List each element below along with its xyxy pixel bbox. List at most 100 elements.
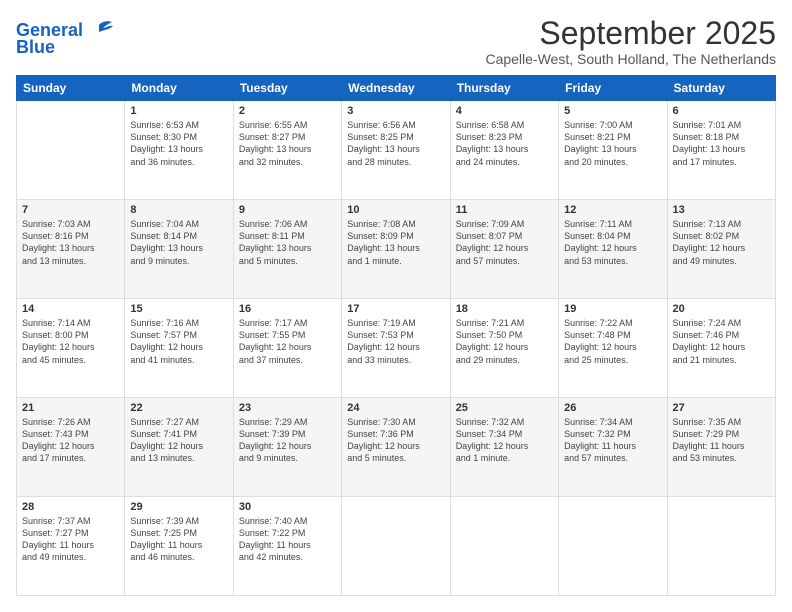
table-row — [559, 497, 667, 596]
logo: General Blue — [16, 20, 113, 56]
col-sunday: Sunday — [17, 76, 125, 101]
day-number: 8 — [130, 204, 227, 216]
table-row: 25Sunrise: 7:32 AM Sunset: 7:34 PM Dayli… — [450, 398, 558, 497]
day-number: 27 — [673, 402, 770, 414]
cell-content: Sunrise: 7:35 AM Sunset: 7:29 PM Dayligh… — [673, 416, 770, 465]
day-number: 4 — [456, 105, 553, 117]
page: General Blue September 2025 Capelle-West… — [0, 0, 792, 612]
cell-content: Sunrise: 7:32 AM Sunset: 7:34 PM Dayligh… — [456, 416, 553, 465]
cell-content: Sunrise: 7:17 AM Sunset: 7:55 PM Dayligh… — [239, 317, 336, 366]
day-number: 7 — [22, 204, 119, 216]
cell-content: Sunrise: 7:37 AM Sunset: 7:27 PM Dayligh… — [22, 515, 119, 564]
day-number: 9 — [239, 204, 336, 216]
table-row: 8 Sunrise: 7:04 AM Sunset: 8:14 PM Daylig… — [125, 200, 233, 299]
cell-content: Sunrise: 7:26 AM Sunset: 7:43 PM Dayligh… — [22, 416, 119, 465]
cell-content: Sunrise: 7:27 AM Sunset: 7:41 PM Dayligh… — [130, 416, 227, 465]
table-row — [667, 497, 775, 596]
month-title: September 2025 — [485, 16, 776, 51]
table-row: 6Sunrise: 7:01 AM Sunset: 8:18 PM Daylig… — [667, 101, 775, 200]
table-row: 13 Sunrise: 7:13 AM Sunset: 8:02 PM Dayli… — [667, 200, 775, 299]
day-number: 13 — [673, 204, 770, 216]
cell-content: Sunrise: 6:53 AM Sunset: 8:30 PM Dayligh… — [130, 119, 227, 168]
col-saturday: Saturday — [667, 76, 775, 101]
table-row: 2 Sunrise: 6:55 AM Sunset: 8:27 PM Daylig… — [233, 101, 341, 200]
table-row: 19 Sunrise: 7:22 AM Sunset: 7:48 PM Dayli… — [559, 299, 667, 398]
day-number: 18 — [456, 303, 553, 315]
cell-content: Sunrise: 6:56 AM Sunset: 8:25 PM Dayligh… — [347, 119, 444, 168]
table-row: 20 Sunrise: 7:24 AM Sunset: 7:46 PM Dayli… — [667, 299, 775, 398]
table-row: 22 Sunrise: 7:27 AM Sunset: 7:41 PM Dayli… — [125, 398, 233, 497]
day-number: 17 — [347, 303, 444, 315]
calendar-week-4: 21 Sunrise: 7:26 AM Sunset: 7:43 PM Dayli… — [17, 398, 776, 497]
table-row: 3 Sunrise: 6:56 AM Sunset: 8:25 PM Daylig… — [342, 101, 450, 200]
cell-content: Sunrise: 7:16 AM Sunset: 7:57 PM Dayligh… — [130, 317, 227, 366]
table-row: 9 Sunrise: 7:06 AM Sunset: 8:11 PM Daylig… — [233, 200, 341, 299]
cell-content: Sunrise: 7:21 AM Sunset: 7:50 PM Dayligh… — [456, 317, 553, 366]
table-row: 21 Sunrise: 7:26 AM Sunset: 7:43 PM Dayli… — [17, 398, 125, 497]
cell-content: Sunrise: 7:01 AM Sunset: 8:18 PM Dayligh… — [673, 119, 770, 168]
table-row: 15 Sunrise: 7:16 AM Sunset: 7:57 PM Dayli… — [125, 299, 233, 398]
day-number: 15 — [130, 303, 227, 315]
cell-content: Sunrise: 7:39 AM Sunset: 7:25 PM Dayligh… — [130, 515, 227, 564]
col-tuesday: Tuesday — [233, 76, 341, 101]
location: Capelle-West, South Holland, The Netherl… — [485, 51, 776, 67]
table-row — [450, 497, 558, 596]
table-row: 4 Sunrise: 6:58 AM Sunset: 8:23 PM Daylig… — [450, 101, 558, 200]
table-row: 24 Sunrise: 7:30 AM Sunset: 7:36 PM Dayli… — [342, 398, 450, 497]
table-row: 12Sunrise: 7:11 AM Sunset: 8:04 PM Dayli… — [559, 200, 667, 299]
table-row: 1 Sunrise: 6:53 AM Sunset: 8:30 PM Daylig… — [125, 101, 233, 200]
cell-content: Sunrise: 7:34 AM Sunset: 7:32 PM Dayligh… — [564, 416, 661, 465]
day-number: 28 — [22, 501, 119, 513]
table-row: 5Sunrise: 7:00 AM Sunset: 8:21 PM Daylig… — [559, 101, 667, 200]
day-number: 24 — [347, 402, 444, 414]
day-number: 26 — [564, 402, 661, 414]
calendar-week-2: 7 Sunrise: 7:03 AM Sunset: 8:16 PM Daylig… — [17, 200, 776, 299]
cell-content: Sunrise: 7:06 AM Sunset: 8:11 PM Dayligh… — [239, 218, 336, 267]
calendar-week-5: 28 Sunrise: 7:37 AM Sunset: 7:27 PM Dayli… — [17, 497, 776, 596]
calendar-week-3: 14 Sunrise: 7:14 AM Sunset: 8:00 PM Dayli… — [17, 299, 776, 398]
day-number: 12 — [564, 204, 661, 216]
table-row: 7 Sunrise: 7:03 AM Sunset: 8:16 PM Daylig… — [17, 200, 125, 299]
cell-content: Sunrise: 7:19 AM Sunset: 7:53 PM Dayligh… — [347, 317, 444, 366]
cell-content: Sunrise: 7:04 AM Sunset: 8:14 PM Dayligh… — [130, 218, 227, 267]
cell-content: Sunrise: 7:22 AM Sunset: 7:48 PM Dayligh… — [564, 317, 661, 366]
table-row: 10Sunrise: 7:08 AM Sunset: 8:09 PM Dayli… — [342, 200, 450, 299]
header: General Blue September 2025 Capelle-West… — [16, 16, 776, 67]
day-number: 14 — [22, 303, 119, 315]
col-wednesday: Wednesday — [342, 76, 450, 101]
table-row: 11 Sunrise: 7:09 AM Sunset: 8:07 PM Dayli… — [450, 200, 558, 299]
day-number: 2 — [239, 105, 336, 117]
logo-text-blue: Blue — [16, 38, 113, 56]
col-friday: Friday — [559, 76, 667, 101]
day-number: 20 — [673, 303, 770, 315]
table-row: 26 Sunrise: 7:34 AM Sunset: 7:32 PM Dayli… — [559, 398, 667, 497]
cell-content: Sunrise: 7:14 AM Sunset: 8:00 PM Dayligh… — [22, 317, 119, 366]
day-number: 3 — [347, 105, 444, 117]
table-row: 28 Sunrise: 7:37 AM Sunset: 7:27 PM Dayli… — [17, 497, 125, 596]
day-number: 22 — [130, 402, 227, 414]
day-number: 21 — [22, 402, 119, 414]
cell-content: Sunrise: 6:55 AM Sunset: 8:27 PM Dayligh… — [239, 119, 336, 168]
table-row: 18 Sunrise: 7:21 AM Sunset: 7:50 PM Dayli… — [450, 299, 558, 398]
table-row — [342, 497, 450, 596]
cell-content: Sunrise: 7:08 AM Sunset: 8:09 PM Dayligh… — [347, 218, 444, 267]
day-number: 23 — [239, 402, 336, 414]
day-number: 19 — [564, 303, 661, 315]
table-row: 23 Sunrise: 7:29 AM Sunset: 7:39 PM Dayli… — [233, 398, 341, 497]
cell-content: Sunrise: 7:13 AM Sunset: 8:02 PM Dayligh… — [673, 218, 770, 267]
cell-content: Sunrise: 7:29 AM Sunset: 7:39 PM Dayligh… — [239, 416, 336, 465]
cell-content: Sunrise: 7:03 AM Sunset: 8:16 PM Dayligh… — [22, 218, 119, 267]
calendar-header-row: Sunday Monday Tuesday Wednesday Thursday… — [17, 76, 776, 101]
cell-content: Sunrise: 7:09 AM Sunset: 8:07 PM Dayligh… — [456, 218, 553, 267]
cell-content: Sunrise: 6:58 AM Sunset: 8:23 PM Dayligh… — [456, 119, 553, 168]
day-number: 29 — [130, 501, 227, 513]
cell-content: Sunrise: 7:24 AM Sunset: 7:46 PM Dayligh… — [673, 317, 770, 366]
day-number: 1 — [130, 105, 227, 117]
col-thursday: Thursday — [450, 76, 558, 101]
col-monday: Monday — [125, 76, 233, 101]
table-row: 16Sunrise: 7:17 AM Sunset: 7:55 PM Dayli… — [233, 299, 341, 398]
cell-content: Sunrise: 7:30 AM Sunset: 7:36 PM Dayligh… — [347, 416, 444, 465]
day-number: 11 — [456, 204, 553, 216]
table-row — [17, 101, 125, 200]
table-row: 29 Sunrise: 7:39 AM Sunset: 7:25 PM Dayli… — [125, 497, 233, 596]
